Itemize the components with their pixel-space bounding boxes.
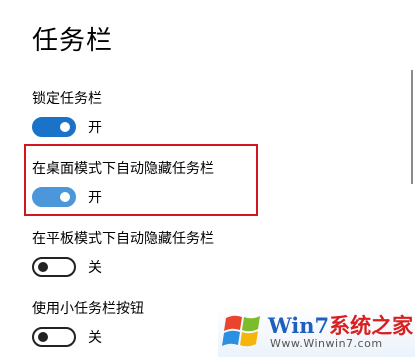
scrollbar[interactable]: [411, 70, 413, 184]
toggle-knob: [38, 262, 48, 272]
toggle-knob: [38, 332, 48, 342]
toggle-row: 开: [32, 117, 102, 137]
windows-logo-icon: [222, 315, 260, 347]
setting-label: 锁定任务栏: [32, 91, 102, 107]
setting-label: 使用小任务栏按钮: [32, 301, 144, 317]
setting-lock-taskbar: 锁定任务栏 开: [32, 89, 102, 137]
toggle-row: 开: [32, 187, 214, 207]
toggle-state-text: 开: [88, 120, 102, 136]
toggle-state-text: 关: [88, 260, 102, 276]
lock-taskbar-toggle[interactable]: [32, 117, 76, 137]
setting-label: 在桌面模式下自动隐藏任务栏: [32, 161, 214, 177]
small-buttons-toggle[interactable]: [32, 327, 76, 347]
watermark-url: Www.Winwin7.com: [270, 337, 383, 350]
toggle-knob: [60, 122, 70, 132]
toggle-row: 关: [32, 257, 214, 277]
watermark: Win7系统之家 Www.Winwin7.com: [218, 306, 415, 357]
watermark-brand: Win7系统之家: [268, 310, 413, 340]
watermark-brand-win7: Win7: [268, 313, 330, 338]
setting-auto-hide-desktop: 在桌面模式下自动隐藏任务栏 开: [32, 159, 214, 207]
settings-page: 任务栏 锁定任务栏 开 在桌面模式下自动隐藏任务栏 开 在平板模式下自动隐藏任务…: [0, 0, 415, 357]
auto-hide-tablet-toggle[interactable]: [32, 257, 76, 277]
auto-hide-desktop-toggle[interactable]: [32, 187, 76, 207]
toggle-knob: [60, 192, 70, 202]
setting-label: 在平板模式下自动隐藏任务栏: [32, 231, 214, 247]
page-title: 任务栏: [32, 26, 114, 56]
toggle-state-text: 关: [88, 330, 102, 346]
setting-small-buttons: 使用小任务栏按钮 关: [32, 299, 144, 347]
toggle-state-text: 开: [88, 190, 102, 206]
toggle-row: 关: [32, 327, 144, 347]
setting-auto-hide-tablet: 在平板模式下自动隐藏任务栏 关: [32, 229, 214, 277]
watermark-brand-cn: 系统之家: [329, 313, 414, 338]
